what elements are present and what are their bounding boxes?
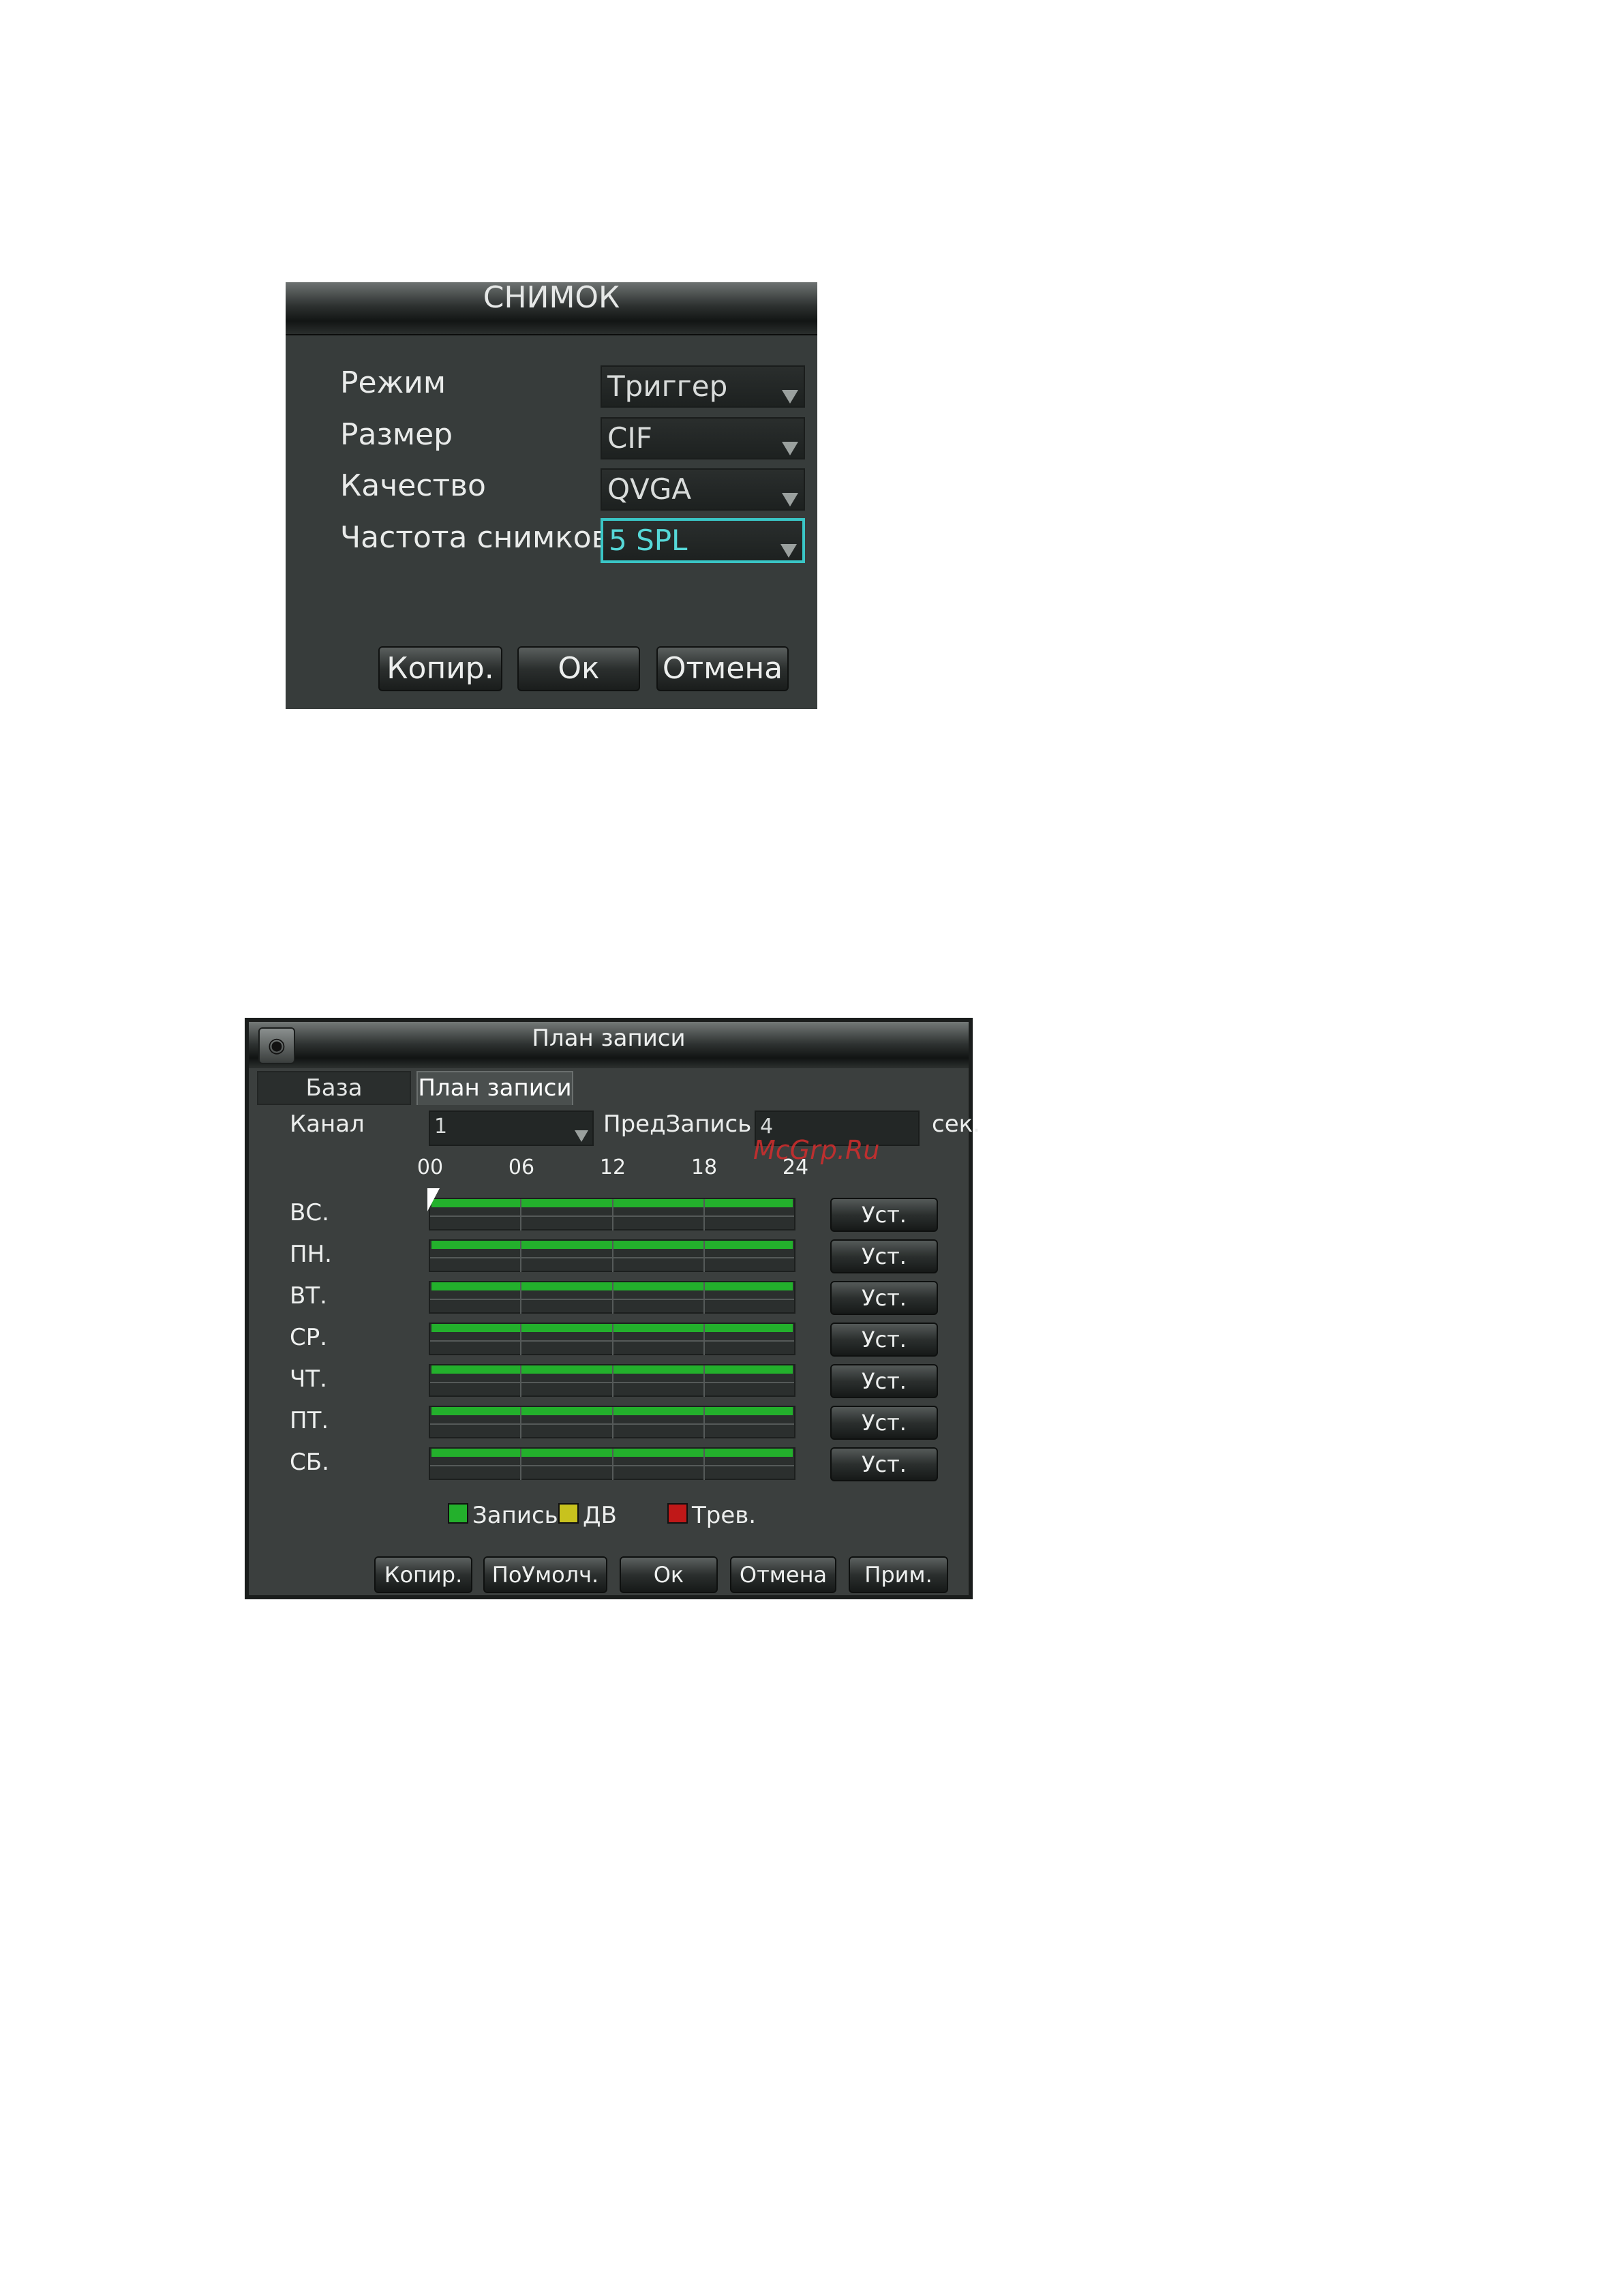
timeline-sun[interactable]: [429, 1198, 795, 1230]
channel-value: 1: [434, 1115, 448, 1138]
quality-label: Качество: [340, 468, 486, 503]
legend-motion-swatch: [558, 1503, 579, 1524]
size-label: Размер: [340, 417, 453, 452]
timeline-tick: [612, 1282, 613, 1314]
mouse-cursor-icon: [427, 1188, 440, 1211]
day-label-fri: ПТ.: [290, 1407, 329, 1434]
ok-button[interactable]: Ок: [517, 646, 640, 691]
timeline-tick: [520, 1365, 521, 1397]
hour-label: 00: [416, 1155, 444, 1179]
timeline-tick: [520, 1324, 521, 1355]
chevron-down-icon: [782, 493, 798, 507]
size-value: CIF: [607, 421, 652, 455]
day-label-tue: ВТ.: [290, 1282, 327, 1310]
set-button-thu[interactable]: Уст.: [830, 1364, 938, 1398]
timeline-tick: [612, 1199, 613, 1230]
mode-select[interactable]: Триггер: [601, 365, 805, 408]
timeline-tue[interactable]: [429, 1281, 795, 1314]
set-button-sun[interactable]: Уст.: [830, 1198, 938, 1232]
prerecord-unit: сек.: [932, 1111, 980, 1138]
timeline-tick: [520, 1449, 521, 1480]
timeline-tick: [612, 1365, 613, 1397]
frequency-select[interactable]: 5 SPL: [601, 518, 805, 563]
timeline-tick: [612, 1241, 613, 1272]
day-label-mon: ПН.: [290, 1241, 332, 1268]
timeline-tick: [520, 1407, 521, 1438]
legend-motion-label: ДВ: [583, 1502, 617, 1529]
set-button-tue[interactable]: Уст.: [830, 1281, 938, 1315]
timeline-fri[interactable]: [429, 1406, 795, 1438]
ok-button[interactable]: Ок: [620, 1556, 718, 1593]
apply-button[interactable]: Прим.: [849, 1556, 948, 1593]
tab-base[interactable]: База: [257, 1071, 411, 1105]
record-plan-dialog: ◉ План записи База План записи Канал 1 П…: [245, 1018, 980, 1599]
legend-record-swatch: [448, 1503, 468, 1524]
timeline-tick: [703, 1282, 705, 1314]
timeline-tick: [612, 1407, 613, 1438]
prerecord-label: ПредЗапись: [603, 1111, 752, 1138]
quality-select[interactable]: QVGA: [601, 468, 805, 511]
timeline-sat[interactable]: [429, 1447, 795, 1480]
size-select[interactable]: CIF: [601, 417, 805, 459]
legend-alarm-swatch: [667, 1503, 688, 1524]
timeline-tick: [703, 1365, 705, 1397]
set-button-mon[interactable]: Уст.: [830, 1239, 938, 1273]
channel-label: Канал: [290, 1111, 365, 1138]
hour-label: 12: [599, 1155, 626, 1179]
timeline-mon[interactable]: [429, 1239, 795, 1272]
frequency-label: Частота снимков: [340, 520, 609, 555]
timeline-tick: [703, 1324, 705, 1355]
watermark: McGrp.Ru: [753, 1135, 880, 1165]
hour-label: 24: [782, 1155, 809, 1179]
timeline-tick: [612, 1324, 613, 1355]
set-button-sat[interactable]: Уст.: [830, 1447, 938, 1481]
timeline-tick: [520, 1241, 521, 1272]
timeline-tick: [703, 1449, 705, 1480]
day-label-sat: СБ.: [290, 1449, 329, 1476]
set-button-fri[interactable]: Уст.: [830, 1406, 938, 1440]
chevron-down-icon: [575, 1130, 588, 1142]
plan-titlebar: ◉ План записи: [249, 1022, 969, 1068]
timeline-tick: [703, 1199, 705, 1230]
hour-label: 18: [691, 1155, 718, 1179]
day-label-wed: СР.: [290, 1324, 328, 1351]
legend-record-label: Запись: [472, 1502, 558, 1529]
day-label-sun: ВС.: [290, 1199, 329, 1226]
channel-select[interactable]: 1: [429, 1111, 594, 1146]
timeline-tick: [520, 1199, 521, 1230]
tab-record-plan[interactable]: План записи: [416, 1071, 573, 1105]
snapshot-title: СНИМОК: [483, 280, 620, 315]
timeline-tick: [520, 1282, 521, 1314]
chevron-down-icon: [782, 442, 798, 455]
timeline-tick: [703, 1407, 705, 1438]
default-button[interactable]: ПоУмолч.: [483, 1556, 607, 1593]
snapshot-titlebar: СНИМОК: [286, 282, 817, 335]
cancel-button[interactable]: Отмена: [730, 1556, 836, 1593]
mode-label: Режим: [340, 365, 446, 400]
mode-value: Триггер: [607, 369, 728, 403]
chevron-down-icon: [782, 390, 798, 404]
legend-alarm-label: Трев.: [692, 1502, 757, 1529]
plan-title: План записи: [532, 1025, 686, 1052]
timeline-tick: [612, 1449, 613, 1480]
copy-button[interactable]: Копир.: [374, 1556, 472, 1593]
frequency-value: 5 SPL: [609, 524, 688, 557]
day-label-thu: ЧТ.: [290, 1365, 327, 1393]
set-button-wed[interactable]: Уст.: [830, 1323, 938, 1357]
snapshot-dialog: СНИМОК Режим Триггер Размер CIF Качество…: [286, 282, 817, 709]
copy-button[interactable]: Копир.: [378, 646, 502, 691]
timeline-wed[interactable]: [429, 1323, 795, 1355]
chevron-down-icon: [780, 544, 797, 558]
quality-value: QVGA: [607, 472, 692, 506]
hour-label: 06: [508, 1155, 535, 1179]
timeline-tick: [703, 1241, 705, 1272]
timeline-thu[interactable]: [429, 1364, 795, 1397]
cancel-button[interactable]: Отмена: [656, 646, 789, 691]
